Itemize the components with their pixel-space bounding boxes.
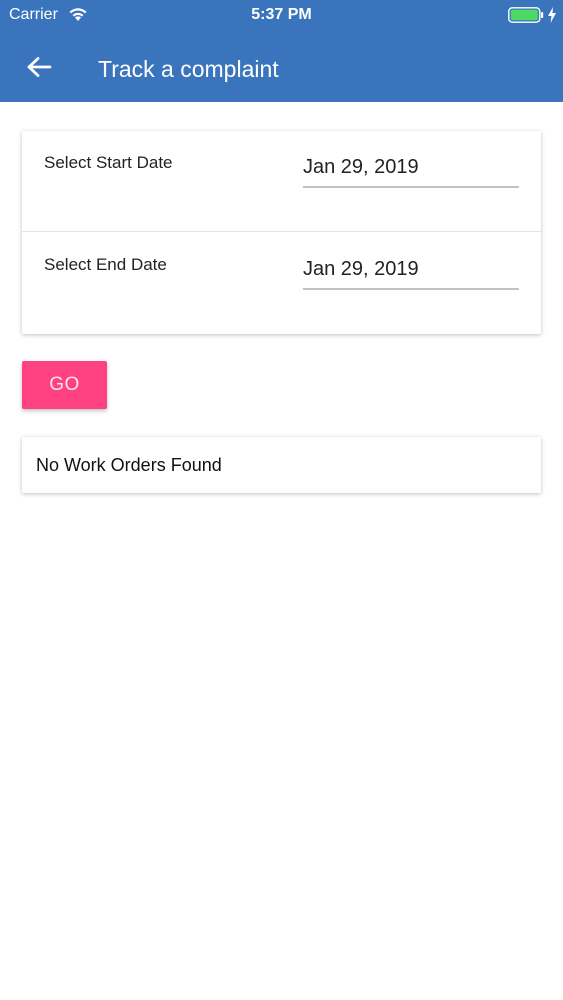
battery-full-icon — [508, 7, 544, 23]
arrow-left-icon — [27, 57, 52, 77]
start-date-row: Select Start Date Jan 29, 2019 — [22, 131, 541, 232]
no-results-message: No Work Orders Found — [36, 455, 222, 475]
date-range-card: Select Start Date Jan 29, 2019 Select En… — [22, 131, 541, 334]
page-title: Track a complaint — [98, 56, 279, 82]
back-button[interactable] — [22, 50, 56, 84]
end-date-field[interactable]: Jan 29, 2019 — [303, 255, 519, 290]
start-date-field[interactable]: Jan 29, 2019 — [303, 153, 519, 188]
results-card: No Work Orders Found — [22, 437, 541, 493]
start-date-value: Jan 29, 2019 — [303, 156, 419, 178]
go-button[interactable]: GO — [22, 361, 107, 409]
end-date-label: Select End Date — [44, 255, 167, 274]
status-time: 5:37 PM — [251, 6, 312, 23]
status-bar: Carrier 5:37 PM — [0, 0, 563, 30]
start-date-label: Select Start Date — [44, 153, 173, 172]
end-date-row: Select End Date Jan 29, 2019 — [22, 233, 541, 334]
charging-bolt-icon — [548, 7, 556, 23]
end-date-value: Jan 29, 2019 — [303, 258, 419, 280]
app-header: Carrier 5:37 PM Track a complaint — [0, 0, 563, 102]
